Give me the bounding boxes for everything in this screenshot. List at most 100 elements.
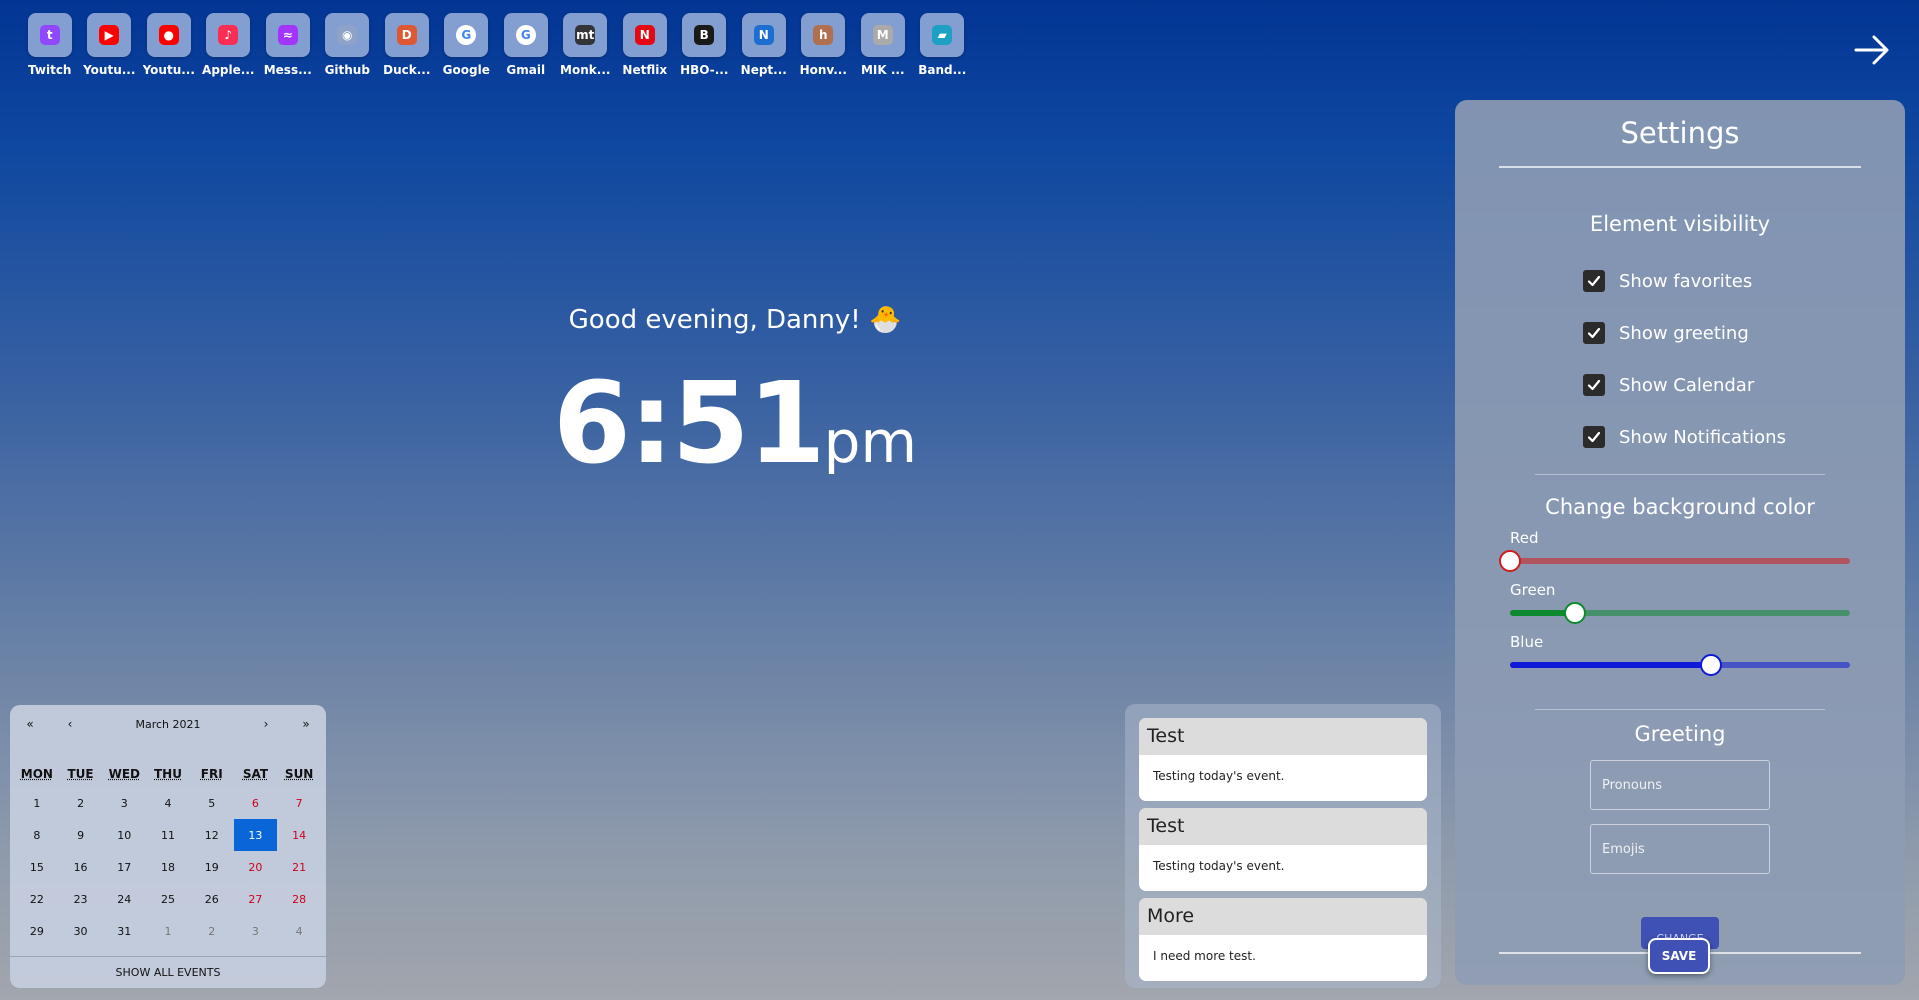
calendar-day[interactable]: 3 [234,915,278,947]
favorite-item[interactable]: M MIK ... [853,13,913,77]
favorite-label: Monk... [560,63,611,77]
favorite-item[interactable]: G Gmail [496,13,556,77]
visibility-option[interactable]: Show greeting [1583,322,1905,344]
visibility-option[interactable]: Show Notifications [1583,426,1905,448]
favorite-item[interactable]: B HBO-... [675,13,735,77]
color-slider[interactable] [1499,549,1850,572]
calendar-day[interactable]: 6 [234,787,278,819]
favorite-item[interactable]: ♪ Apple... [199,13,259,77]
favorite-item[interactable]: ▶ Youtu... [80,13,140,77]
calendar-day[interactable]: 16 [59,851,103,883]
calendar-day[interactable]: 10 [102,819,146,851]
calendar-day[interactable]: 26 [190,883,234,915]
calendar-month-label[interactable]: March 2021 [90,718,246,731]
globe-icon: ◉ [337,25,358,45]
favorite-item[interactable]: N Netflix [615,13,675,77]
calendar-day[interactable]: 22 [15,883,59,915]
calendar-day[interactable]: 25 [146,883,190,915]
calendar-day[interactable]: 15 [15,851,59,883]
visibility-option[interactable]: Show Calendar [1583,374,1905,396]
calendar-day[interactable]: 2 [59,787,103,819]
favorite-tile[interactable]: N [741,13,786,57]
calendar-day[interactable]: 17 [102,851,146,883]
favorite-item[interactable]: ◉ Github [318,13,378,77]
calendar-day[interactable]: 20 [234,851,278,883]
calendar-day[interactable]: 23 [59,883,103,915]
notification-card[interactable]: Test Testing today's event. [1139,808,1427,891]
favorite-tile[interactable]: mt [563,13,608,57]
calendar-day[interactable]: 18 [146,851,190,883]
favorite-item[interactable]: ● Youtu... [139,13,199,77]
favorite-item[interactable]: t Twitch [20,13,80,77]
favorite-tile[interactable]: G [444,13,489,57]
calendar-day[interactable]: 11 [146,819,190,851]
favorite-tile[interactable]: ● [146,13,191,57]
notification-card[interactable]: Test Testing today's event. [1139,718,1427,801]
calendar-day[interactable]: 24 [102,883,146,915]
calendar-first-button[interactable]: « [10,717,50,731]
checkbox[interactable] [1583,426,1605,448]
calendar-day[interactable]: 19 [190,851,234,883]
visibility-option[interactable]: Show favorites [1583,270,1905,292]
favorite-tile[interactable]: D [384,13,429,57]
favorite-item[interactable]: G Google [437,13,497,77]
emojis-input[interactable] [1590,824,1770,874]
pronouns-input[interactable] [1590,760,1770,810]
show-all-events-button[interactable]: SHOW ALL EVENTS [10,956,326,988]
favorite-tile[interactable]: ▶ [87,13,132,57]
favorite-tile[interactable]: M [860,13,905,57]
calendar-day[interactable]: 4 [146,787,190,819]
favorite-tile[interactable]: t [27,13,72,57]
slider-thumb[interactable] [1699,654,1722,676]
calendar-day[interactable]: 27 [234,883,278,915]
save-button[interactable]: SAVE [1648,938,1710,974]
calendar-day[interactable]: 28 [277,883,321,915]
checkbox[interactable] [1583,322,1605,344]
favorite-label: Band... [918,63,967,77]
favorite-label: Google [442,63,490,77]
checkbox[interactable] [1583,270,1605,292]
calendar-day[interactable]: 1 [15,787,59,819]
calendar-day[interactable]: 4 [277,915,321,947]
calendar-day[interactable]: 2 [190,915,234,947]
favorite-item[interactable]: D Duck... [377,13,437,77]
calendar-day[interactable]: 5 [190,787,234,819]
calendar-day[interactable]: 9 [59,819,103,851]
calendar-day[interactable]: 7 [277,787,321,819]
color-slider[interactable] [1510,601,1850,624]
favorite-tile[interactable]: N [622,13,667,57]
checkbox[interactable] [1583,374,1605,396]
calendar-prev-button[interactable]: ‹ [50,717,90,731]
slider-track[interactable] [1510,558,1850,564]
favorite-item[interactable]: ▰ Band... [913,13,973,77]
calendar-day[interactable]: 8 [15,819,59,851]
favorite-tile[interactable]: B [682,13,727,57]
favorite-tile[interactable]: ≈ [265,13,310,57]
color-slider[interactable] [1510,653,1850,676]
favorite-tile[interactable]: ♪ [206,13,251,57]
favorite-item[interactable]: ≈ Mess... [258,13,318,77]
calendar-day-today[interactable]: 13 [233,819,278,851]
calendar-next-button[interactable]: › [246,717,286,731]
calendar-day[interactable]: 1 [146,915,190,947]
favorite-item[interactable]: h Honv... [794,13,854,77]
favorite-tile[interactable]: ▰ [920,13,965,57]
calendar-day[interactable]: 14 [277,819,321,851]
favorite-tile[interactable]: G [503,13,548,57]
calendar-day[interactable]: 21 [277,851,321,883]
calendar-day[interactable]: 31 [102,915,146,947]
favorite-item[interactable]: mt Monk... [556,13,616,77]
arrow-right-icon[interactable] [1852,30,1892,70]
calendar-day[interactable]: 3 [102,787,146,819]
notification-card[interactable]: More I need more test. [1139,898,1427,981]
calendar-weekday: SAT [242,767,269,781]
favorite-tile[interactable]: h [801,13,846,57]
calendar-day[interactable]: 29 [15,915,59,947]
calendar-day[interactable]: 30 [59,915,103,947]
calendar-last-button[interactable]: » [286,717,326,731]
slider-thumb[interactable] [1563,602,1586,624]
calendar-day[interactable]: 12 [190,819,234,851]
favorite-tile[interactable]: ◉ [325,13,370,57]
slider-thumb[interactable] [1499,550,1521,572]
favorite-item[interactable]: N Nept... [734,13,794,77]
